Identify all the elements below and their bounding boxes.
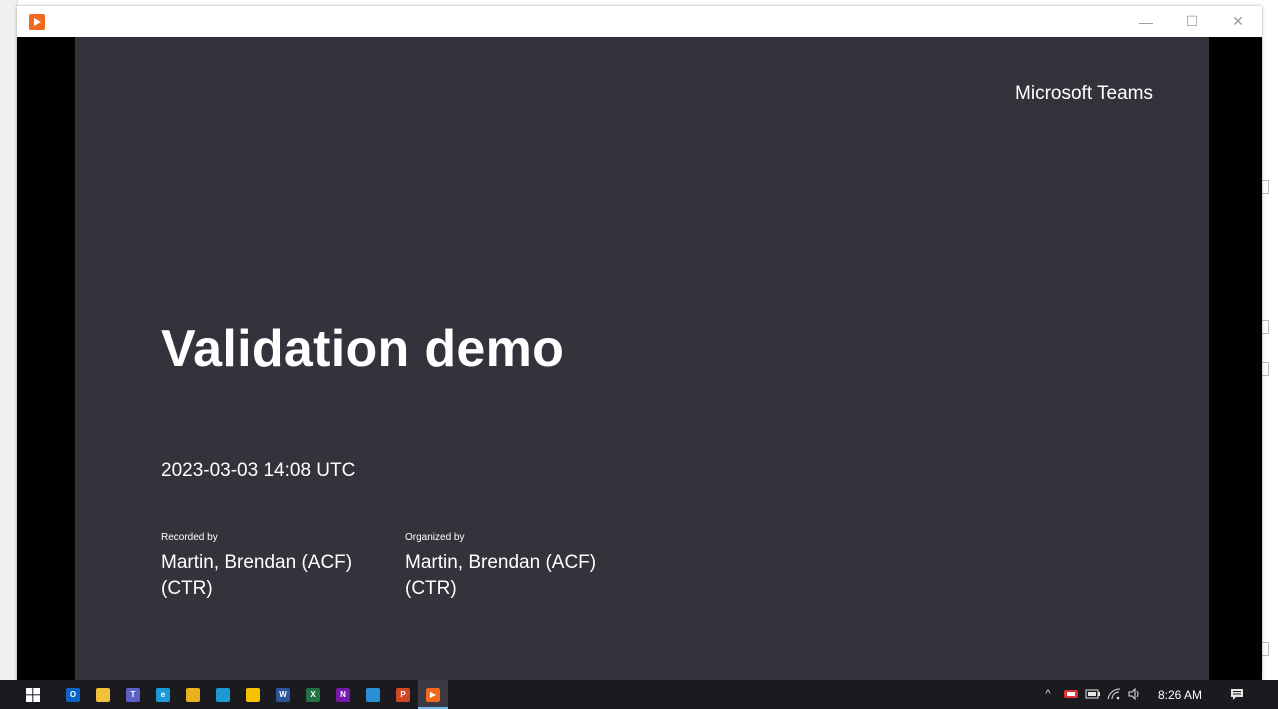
- taskbar-button-outlook[interactable]: O: [58, 680, 88, 709]
- file-explorer-icon: [96, 687, 110, 702]
- background-control-hint: [1262, 320, 1269, 334]
- taskbar-button-onenote[interactable]: N: [328, 680, 358, 709]
- chrome-icon: [186, 687, 200, 702]
- recorded-by-block: Recorded by Martin, Brendan (ACF) (CTR): [161, 531, 381, 602]
- action-center-button[interactable]: [1222, 680, 1252, 709]
- powerpoint-icon: P: [396, 687, 410, 702]
- taskbar-button-powerpoint[interactable]: P: [388, 680, 418, 709]
- meeting-date: 2023-03-03 14:08 UTC: [161, 460, 356, 481]
- outlook-icon: O: [66, 687, 80, 702]
- taskbar-button-media-player[interactable]: ▶: [418, 680, 448, 709]
- brand-label: Microsoft Teams: [1015, 83, 1153, 104]
- notification-icon: [1231, 689, 1243, 700]
- edge-icon: e: [156, 687, 170, 702]
- background-control-hint: [1262, 362, 1269, 376]
- taskbar-button-sticky-notes[interactable]: [238, 680, 268, 709]
- organized-by-value: Martin, Brendan (ACF) (CTR): [405, 552, 597, 599]
- media-player-app-icon[interactable]: [29, 14, 45, 30]
- chat-app-icon: [366, 687, 380, 702]
- maximize-button[interactable]: ☐: [1169, 6, 1215, 37]
- vpn-tray-icon[interactable]: [1062, 687, 1080, 701]
- taskbar-button-skype[interactable]: [208, 680, 238, 709]
- onenote-icon: N: [336, 687, 350, 702]
- taskbar-button-chrome[interactable]: [178, 680, 208, 709]
- taskbar-button-edge[interactable]: e: [148, 680, 178, 709]
- close-button[interactable]: ✕: [1215, 6, 1261, 37]
- video-viewport[interactable]: Microsoft Teams Validation demo 2023-03-…: [17, 37, 1262, 680]
- teams-icon: T: [126, 687, 140, 702]
- minimize-icon: —: [1139, 13, 1153, 30]
- battery-icon[interactable]: [1085, 687, 1101, 701]
- start-button[interactable]: [18, 680, 48, 709]
- recording-title-slide: Microsoft Teams Validation demo 2023-03-…: [75, 37, 1209, 680]
- sticky-notes-icon: [246, 687, 260, 702]
- close-icon: ✕: [1232, 13, 1244, 29]
- maximize-icon: ☐: [1185, 13, 1199, 29]
- background-control-hint: [1262, 180, 1269, 194]
- background-window-edge-left: [0, 0, 18, 680]
- media-player-window: — ☐ ✕ Microsoft Teams Validation demo 20…: [17, 6, 1262, 680]
- skype-icon: [216, 687, 230, 702]
- title-bar[interactable]: — ☐ ✕: [17, 6, 1262, 37]
- wifi-icon[interactable]: [1106, 687, 1122, 701]
- recorded-by-label: Recorded by: [161, 532, 218, 543]
- show-hidden-icons-chevron[interactable]: ^: [1041, 687, 1055, 701]
- chevron-up-icon: ^: [1045, 688, 1051, 700]
- taskbar-button-excel[interactable]: X: [298, 680, 328, 709]
- minimize-button[interactable]: —: [1123, 6, 1169, 37]
- taskbar: O Te W X N P ▶ ^ 8:26 AM: [0, 680, 1278, 709]
- taskbar-button-teams[interactable]: T: [118, 680, 148, 709]
- recorded-by-value: Martin, Brendan (ACF) (CTR): [161, 552, 353, 599]
- excel-icon: X: [306, 687, 320, 702]
- taskbar-button-word[interactable]: W: [268, 680, 298, 709]
- windows-logo-icon: [26, 687, 40, 702]
- organized-by-block: Organized by Martin, Brendan (ACF) (CTR): [405, 531, 625, 602]
- taskbar-button-chat-app[interactable]: [358, 680, 388, 709]
- background-control-hint: [1262, 642, 1269, 656]
- taskbar-clock[interactable]: 8:26 AM: [1158, 680, 1202, 709]
- organized-by-label: Organized by: [405, 532, 465, 543]
- taskbar-button-file-explorer[interactable]: [88, 680, 118, 709]
- background-window-edge-right: [1262, 0, 1278, 680]
- word-icon: W: [276, 687, 290, 702]
- meeting-title: Validation demo: [161, 320, 565, 378]
- media-player-icon: ▶: [426, 687, 440, 702]
- volume-icon[interactable]: [1127, 687, 1143, 701]
